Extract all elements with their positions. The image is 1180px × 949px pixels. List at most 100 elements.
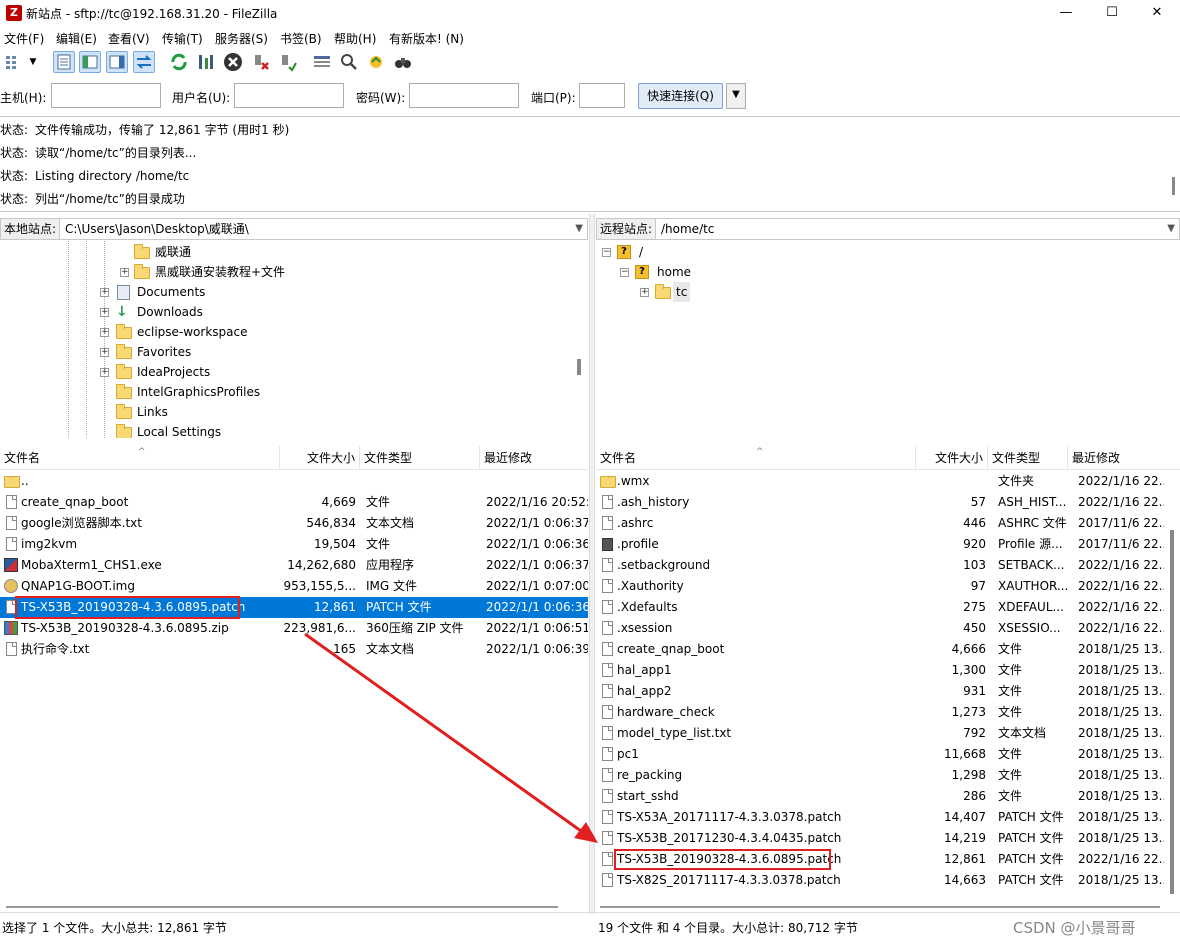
menu-file[interactable]: 文件(F) <box>4 30 44 47</box>
quickconnect-button[interactable]: 快速连接(Q) <box>638 83 723 109</box>
column-filesize[interactable]: 文件大小 <box>280 446 360 470</box>
column-modified[interactable]: 最近修改 <box>1068 446 1180 470</box>
file-modified: 2022/1/1 0:06:36 <box>486 600 588 614</box>
sync-browse-icon[interactable] <box>365 51 387 73</box>
local-tree-scrollbar[interactable] <box>577 359 581 375</box>
menu-new-version[interactable]: 有新版本! (N) <box>389 30 464 47</box>
remote-path-input[interactable]: /home/tc <box>661 219 714 239</box>
file-row[interactable]: start_sshd 286 文件 2018/1/25 13.. <box>596 786 1164 807</box>
username-input[interactable] <box>234 83 344 108</box>
file-row[interactable]: hal_app1 1,300 文件 2018/1/25 13.. <box>596 660 1164 681</box>
file-row[interactable]: re_packing 1,298 文件 2018/1/25 13.. <box>596 765 1164 786</box>
log-scrollbar[interactable] <box>1172 177 1175 195</box>
toggle-log-icon[interactable] <box>53 51 75 73</box>
pane-splitter[interactable] <box>589 214 595 914</box>
tree-item[interactable]: + 黑威联通安装教程+文件 <box>118 262 418 282</box>
expand-icon[interactable]: + <box>100 288 109 297</box>
port-input[interactable] <box>579 83 625 108</box>
file-row[interactable]: create_qnap_boot 4,669 文件 2022/1/16 20:52:. <box>0 492 588 513</box>
expand-icon[interactable]: + <box>100 368 109 377</box>
file-row[interactable]: MobaXterm1_CHS1.exe 14,262,680 应用程序 2022/1/… <box>0 555 588 576</box>
file-row[interactable]: .ash_history 57 ASH_HIST... 2022/1/16 22.. <box>596 492 1164 513</box>
menu-bookmarks[interactable]: 书签(B) <box>280 30 322 47</box>
chevron-down-icon[interactable]: ▼ <box>26 51 40 73</box>
file-row[interactable]: .setbackground 103 SETBACK... 2022/1/16 22.… <box>596 555 1164 576</box>
column-filesize[interactable]: 文件大小 <box>916 446 988 470</box>
local-horizontal-scrollbar[interactable] <box>6 906 558 908</box>
tree-item[interactable]: Local Settings <box>100 422 400 438</box>
file-row[interactable]: google浏览器脚本.txt 546,834 文本文档 2022/1/1 0:06:… <box>0 513 588 534</box>
tree-item[interactable]: + IdeaProjects <box>100 362 400 382</box>
site-manager-icon[interactable] <box>3 51 25 73</box>
tree-item-selected[interactable]: + tc <box>640 282 840 302</box>
file-row[interactable]: .Xdefaults 275 XDEFAUL... 2022/1/16 22.. <box>596 597 1164 618</box>
local-path-input[interactable]: C:\Users\Jason\Desktop\威联通\ <box>65 219 249 239</box>
tree-item[interactable]: Links <box>100 402 400 422</box>
minimize-button[interactable]: — <box>1043 0 1089 26</box>
file-row[interactable]: 执行命令.txt 165 文本文档 2022/1/1 0:06:39 <box>0 639 588 660</box>
toggle-remote-tree-icon[interactable] <box>106 51 128 73</box>
tree-item[interactable]: + eclipse-workspace <box>100 322 400 342</box>
file-icon <box>602 642 613 656</box>
tree-item[interactable]: − ? / <box>602 242 802 262</box>
file-row[interactable]: model_type_list.txt 792 文本文档 2018/1/25 13.. <box>596 723 1164 744</box>
menu-view[interactable]: 查看(V) <box>108 30 150 47</box>
reconnect-icon[interactable] <box>277 51 299 73</box>
maximize-button[interactable]: ☐ <box>1089 0 1135 26</box>
tree-item[interactable]: − ? home <box>620 262 820 282</box>
tree-item[interactable]: 威联通 <box>118 242 418 262</box>
expand-icon[interactable]: + <box>100 308 109 317</box>
file-row[interactable]: TS-X82S_20171117-4.3.3.0378.patch 14,663 P… <box>596 870 1164 891</box>
column-modified[interactable]: 最近修改 <box>480 446 588 470</box>
tree-item[interactable]: IntelGraphicsProfiles <box>100 382 400 402</box>
chevron-down-icon[interactable]: ▼ <box>1167 219 1175 239</box>
expand-icon[interactable]: + <box>100 328 109 337</box>
file-row[interactable]: .Xauthority 97 XAUTHOR... 2022/1/16 22.. <box>596 576 1164 597</box>
remote-horizontal-scrollbar[interactable] <box>600 906 1160 908</box>
collapse-icon[interactable]: − <box>602 248 611 257</box>
file-row[interactable]: create_qnap_boot 4,666 文件 2018/1/25 13.. <box>596 639 1164 660</box>
file-row[interactable]: .profile 920 Profile 源... 2017/11/6 22.. <box>596 534 1164 555</box>
menu-edit[interactable]: 编辑(E) <box>56 30 97 47</box>
file-row[interactable]: hardware_check 1,273 文件 2018/1/25 13.. <box>596 702 1164 723</box>
file-row[interactable]: .wmx 文件夹 2022/1/16 22.. <box>596 471 1164 492</box>
file-row[interactable]: .ashrc 446 ASHRC 文件 2017/11/6 22.. <box>596 513 1164 534</box>
close-button[interactable]: ✕ <box>1134 0 1180 26</box>
quickconnect-dropdown-icon[interactable]: ▼ <box>726 83 746 109</box>
file-row[interactable]: QNAP1G-BOOT.img 953,155,5... IMG 文件 2022/1/… <box>0 576 588 597</box>
expand-icon[interactable]: + <box>120 268 129 277</box>
file-row[interactable]: .. <box>0 471 588 492</box>
expand-icon[interactable]: + <box>100 348 109 357</box>
search-icon[interactable] <box>338 51 360 73</box>
compare-binoculars-icon[interactable] <box>392 51 414 73</box>
expand-icon[interactable]: + <box>640 288 649 297</box>
tree-item[interactable]: + ↓ Downloads <box>100 302 400 322</box>
file-row[interactable]: .xsession 450 XSESSIO... 2022/1/16 22.. <box>596 618 1164 639</box>
remote-list-scrollbar[interactable] <box>1170 530 1174 894</box>
password-input[interactable] <box>409 83 519 108</box>
menu-server[interactable]: 服务器(S) <box>215 30 268 47</box>
column-filetype[interactable]: 文件类型 <box>360 446 480 470</box>
tree-item[interactable]: + Favorites <box>100 342 400 362</box>
tree-item[interactable]: + Documents <box>100 282 400 302</box>
directory-listing-filter-icon[interactable] <box>311 51 333 73</box>
chevron-down-icon[interactable]: ▼ <box>575 219 583 239</box>
disconnect-icon[interactable] <box>250 51 272 73</box>
menu-help[interactable]: 帮助(H) <box>334 30 376 47</box>
file-row[interactable]: TS-X53B_20190328-4.3.6.0895.zip 223,981,6… <box>0 618 588 639</box>
transfer-queue-icon[interactable] <box>133 51 155 73</box>
cancel-icon[interactable] <box>222 51 244 73</box>
host-input[interactable] <box>51 83 161 108</box>
collapse-icon[interactable]: − <box>620 268 629 277</box>
file-size: 4,666 <box>951 642 986 656</box>
refresh-icon[interactable] <box>168 51 190 73</box>
file-row[interactable]: TS-X53B_20171230-4.3.4.0435.patch 14,219 P… <box>596 828 1164 849</box>
file-row[interactable]: TS-X53A_20171117-4.3.3.0378.patch 14,407 P… <box>596 807 1164 828</box>
file-row[interactable]: img2kvm 19,504 文件 2022/1/1 0:06:36 <box>0 534 588 555</box>
column-filetype[interactable]: 文件类型 <box>988 446 1068 470</box>
process-queue-icon[interactable] <box>195 51 217 73</box>
menu-transfer[interactable]: 传输(T) <box>162 30 203 47</box>
file-row[interactable]: pc1 11,668 文件 2018/1/25 13.. <box>596 744 1164 765</box>
toggle-local-tree-icon[interactable] <box>79 51 101 73</box>
file-row[interactable]: hal_app2 931 文件 2018/1/25 13.. <box>596 681 1164 702</box>
